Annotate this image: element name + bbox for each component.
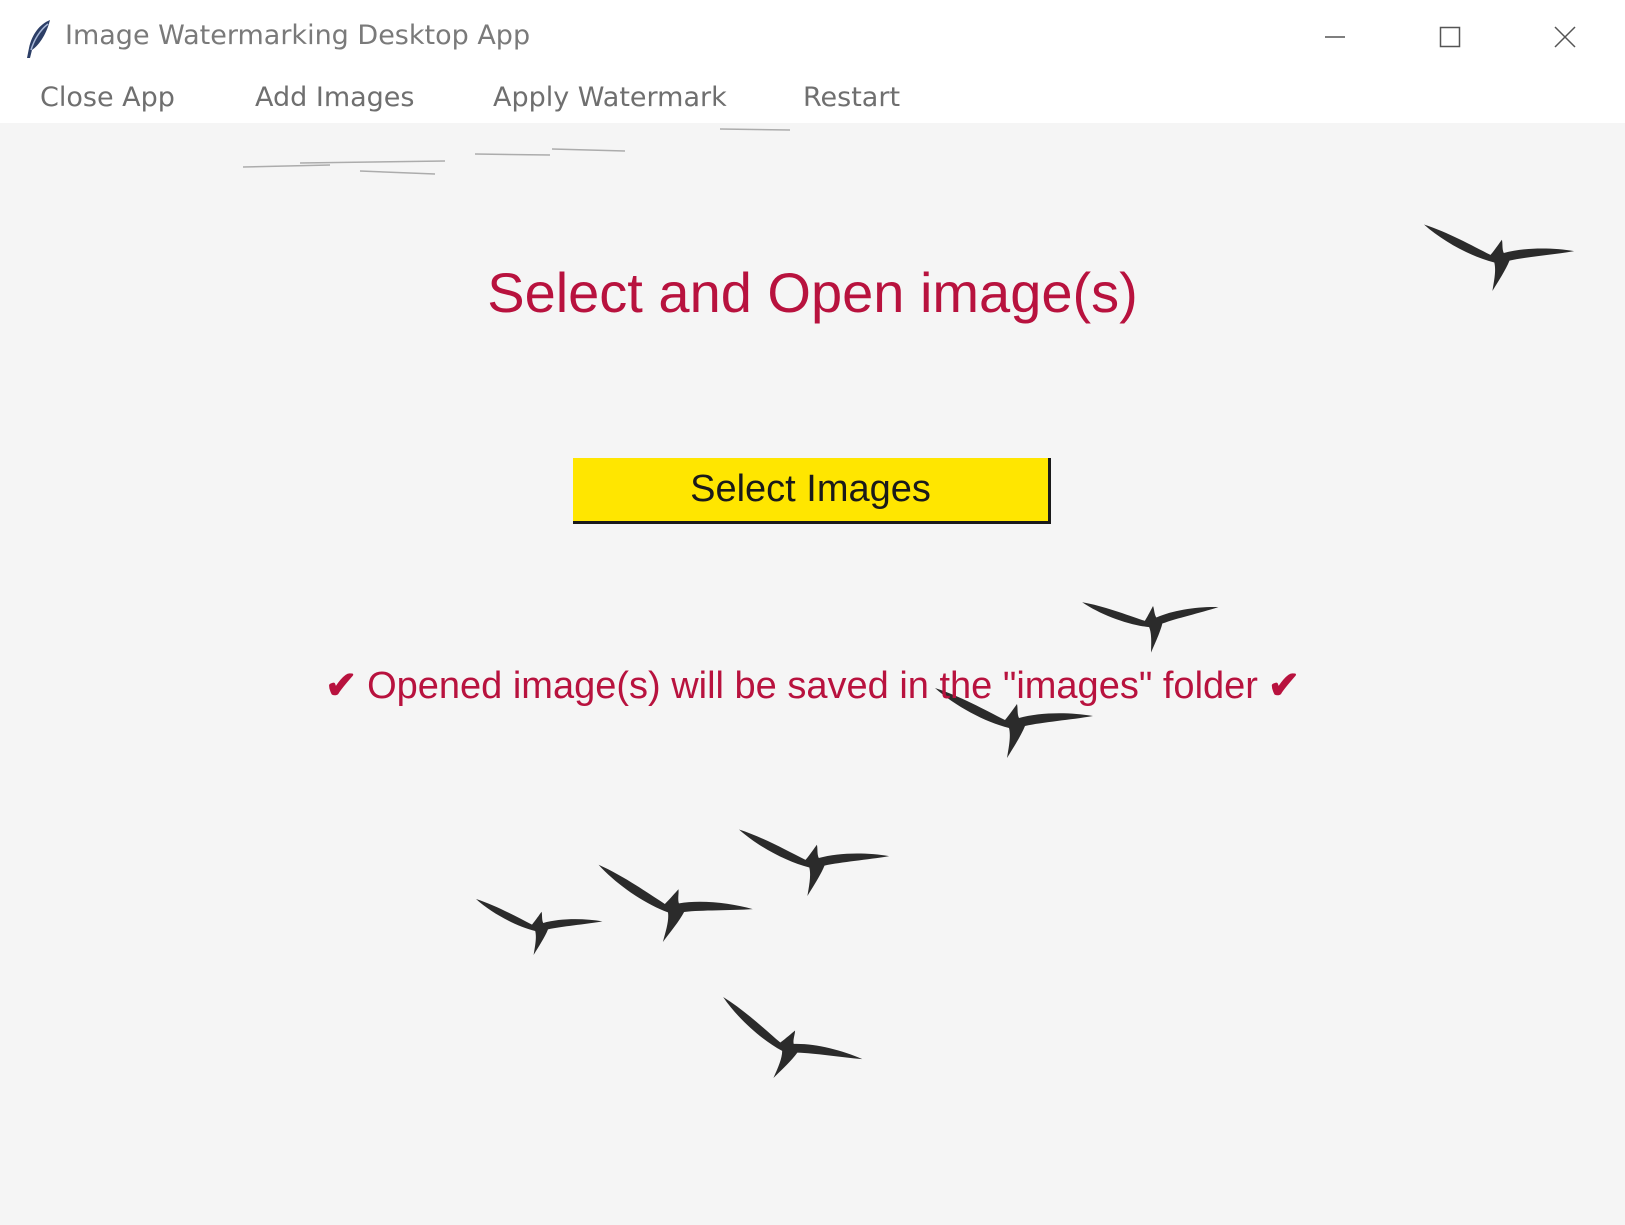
window-title: Image Watermarking Desktop App — [65, 20, 531, 51]
feather-icon — [27, 20, 50, 58]
page-heading: Select and Open image(s) — [487, 261, 1138, 324]
menu-bar: Close App Add Images Apply Watermark Res… — [0, 78, 1625, 123]
menu-restart[interactable]: Restart — [803, 82, 900, 113]
maximize-icon — [1439, 26, 1461, 48]
close-icon — [1554, 26, 1576, 48]
info-message: ✔ Opened image(s) will be saved in the "i… — [0, 663, 1625, 708]
app-window: Image Watermarking Desktop App Close App… — [0, 0, 1625, 1225]
minimize-icon — [1325, 36, 1345, 38]
check-icon: ✔ — [1267, 665, 1300, 707]
minimize-button[interactable] — [1305, 14, 1365, 60]
main-content: Select and Open image(s) Select Images ✔… — [0, 123, 1625, 1225]
select-images-button[interactable]: Select Images — [573, 458, 1051, 524]
check-icon: ✔ — [325, 665, 358, 707]
title-bar[interactable]: Image Watermarking Desktop App — [0, 0, 1625, 78]
menu-close-app[interactable]: Close App — [40, 82, 175, 113]
menu-apply-watermark[interactable]: Apply Watermark — [493, 82, 727, 113]
menu-add-images[interactable]: Add Images — [255, 82, 414, 113]
maximize-button[interactable] — [1420, 14, 1480, 60]
info-text: Opened image(s) will be saved in the "im… — [367, 665, 1258, 707]
close-button[interactable] — [1535, 14, 1595, 60]
